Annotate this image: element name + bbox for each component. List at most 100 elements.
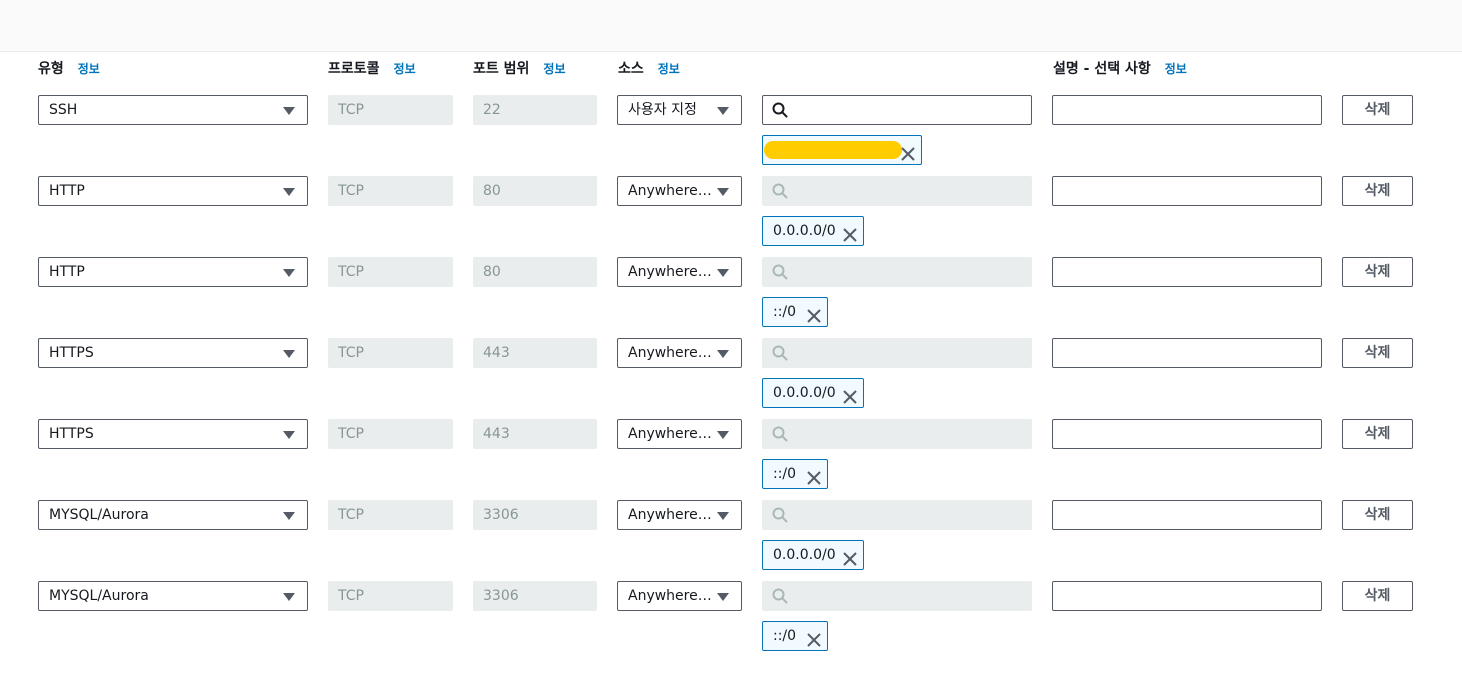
source-select[interactable]: Anywhere-I... [617,176,742,206]
source-value: Anywhere-I... [628,426,721,442]
port-range-value: 3306 [483,588,519,604]
caret-down-icon [717,107,729,115]
type-value: MYSQL/Aurora [49,588,149,604]
header-protocol-label: 프로토콜 [328,61,380,77]
delete-button[interactable]: 삭제 [1342,581,1413,611]
caret-down-icon [283,188,295,196]
protocol-field: TCP [328,338,453,368]
description-input[interactable] [1052,500,1322,530]
type-select[interactable]: SSH [38,95,308,125]
cidr-search-input[interactable] [762,95,1032,125]
type-value: HTTPS [49,426,94,442]
cidr-value: 0.0.0.0/0 [773,547,836,563]
type-select[interactable]: HTTP [38,176,308,206]
source-value: Anywhere-I... [628,588,721,604]
cidr-value: 0.0.0.0/0 [773,385,836,401]
rule-row: HTTP TCP 80 Anywhere-I... 삭제 0.0.0.0/0 [0,176,1462,257]
source-select[interactable]: Anywhere-I... [617,338,742,368]
header-port-range: 포트 범위 정보 [473,59,566,77]
description-input[interactable] [1052,419,1322,449]
cidr-token: ::/0 [762,297,828,327]
caret-down-icon [283,269,295,277]
cidr-value: 0.0.0.0/0 [773,223,836,239]
caret-down-icon [717,269,729,277]
port-range-value: 80 [483,183,501,199]
port-range-field: 80 [473,176,597,206]
close-icon[interactable] [807,467,821,495]
port-range-value: 443 [483,345,510,361]
close-icon[interactable] [843,224,857,252]
description-input[interactable] [1052,95,1322,125]
cidr-value: ::/0 [773,466,797,482]
header-description: 설명 - 선택 사항 정보 [1053,59,1187,77]
cidr-search-input [762,581,1032,611]
source-select[interactable]: 사용자 지정 [617,95,742,125]
rule-row: SSH TCP 22 사용자 지정 삭제 [0,95,1462,176]
rule-row: HTTPS TCP 443 Anywhere-I... 삭제 0.0.0.0/0 [0,338,1462,419]
cidr-token: 0.0.0.0/0 [762,216,864,246]
close-icon[interactable] [843,548,857,576]
info-link-source[interactable]: 정보 [658,60,680,77]
header-source: 소스 정보 [618,59,680,77]
delete-button[interactable]: 삭제 [1342,338,1413,368]
type-value: MYSQL/Aurora [49,507,149,523]
protocol-value: TCP [338,426,364,442]
protocol-field: TCP [328,176,453,206]
info-link-type[interactable]: 정보 [78,60,100,77]
protocol-value: TCP [338,102,364,118]
delete-button[interactable]: 삭제 [1342,95,1413,125]
type-select[interactable]: HTTPS [38,338,308,368]
source-select[interactable]: Anywhere-I... [617,500,742,530]
delete-button[interactable]: 삭제 [1342,257,1413,287]
delete-button[interactable]: 삭제 [1342,500,1413,530]
source-value: 사용자 지정 [628,102,697,118]
protocol-value: TCP [338,507,364,523]
info-link-port-range[interactable]: 정보 [543,60,565,77]
header-protocol: 프로토콜 정보 [328,59,416,77]
caret-down-icon [283,431,295,439]
type-value: HTTPS [49,345,94,361]
description-input[interactable] [1052,176,1322,206]
delete-button[interactable]: 삭제 [1342,419,1413,449]
close-icon[interactable] [807,305,821,333]
info-link-protocol[interactable]: 정보 [394,60,416,77]
close-icon[interactable] [901,143,915,171]
port-range-field: 22 [473,95,597,125]
source-select[interactable]: Anywhere-I... [617,581,742,611]
cidr-search-input [762,338,1032,368]
close-icon[interactable] [843,386,857,414]
port-range-value: 3306 [483,507,519,523]
port-range-field: 3306 [473,500,597,530]
type-select[interactable]: MYSQL/Aurora [38,581,308,611]
description-input[interactable] [1052,257,1322,287]
protocol-value: TCP [338,345,364,361]
source-select[interactable]: Anywhere-I... [617,419,742,449]
protocol-field: TCP [328,581,453,611]
port-range-value: 80 [483,264,501,280]
caret-down-icon [283,107,295,115]
cidr-token: ::/0 [762,459,828,489]
description-input[interactable] [1052,581,1322,611]
info-link-description[interactable]: 정보 [1165,60,1187,77]
delete-button[interactable]: 삭제 [1342,176,1413,206]
top-bar [0,0,1462,52]
port-range-value: 443 [483,426,510,442]
caret-down-icon [717,431,729,439]
cidr-token: 0.0.0.0/0 [762,540,864,570]
rule-row: HTTP TCP 80 Anywhere-I... 삭제 ::/0 [0,257,1462,338]
source-select[interactable]: Anywhere-I... [617,257,742,287]
description-input[interactable] [1052,338,1322,368]
type-select[interactable]: HTTPS [38,419,308,449]
type-select[interactable]: MYSQL/Aurora [38,500,308,530]
cidr-token: 0.0.0.0/0 [762,378,864,408]
header-description-label: 설명 - 선택 사항 [1053,61,1151,77]
source-value: Anywhere-I... [628,183,721,199]
cidr-token: ::/0 [762,621,828,651]
rule-row: HTTPS TCP 443 Anywhere-I... 삭제 ::/0 [0,419,1462,500]
type-select[interactable]: HTTP [38,257,308,287]
type-value: SSH [49,102,78,118]
close-icon[interactable] [807,629,821,657]
protocol-field: TCP [328,419,453,449]
header-port-range-label: 포트 범위 [473,61,530,77]
redacted-cidr [764,141,902,159]
